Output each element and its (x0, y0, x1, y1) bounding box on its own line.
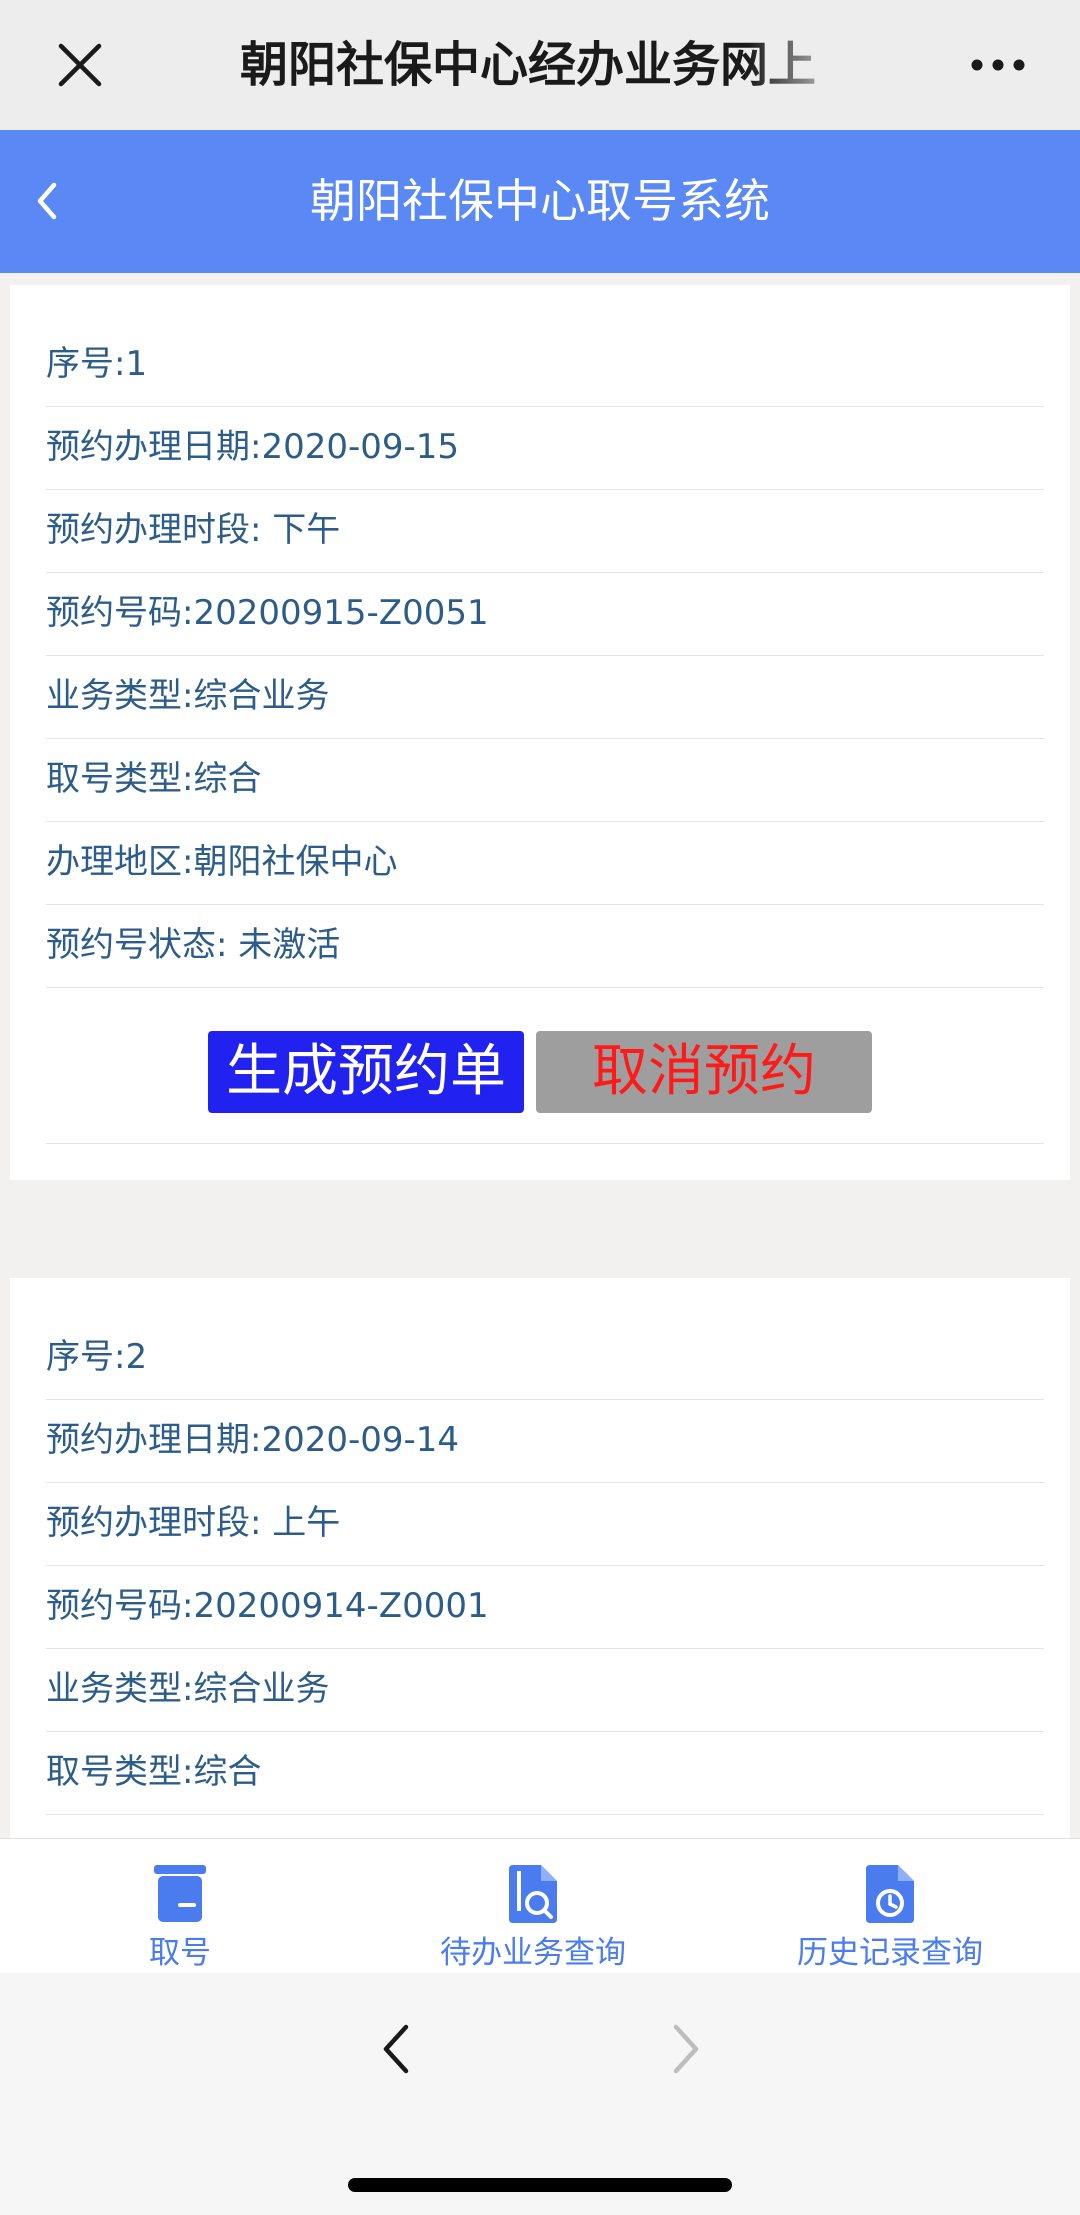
tab-label: 历史记录查询 (797, 1935, 983, 1971)
tab-label: 待办业务查询 (440, 1935, 626, 1971)
chevron-left-icon[interactable] (26, 175, 66, 227)
tab-history-query[interactable]: 历史记录查询 (710, 1839, 1070, 1974)
row-label: 预约办理日期: (46, 1420, 262, 1460)
row-label: 业务类型: (46, 1669, 194, 1709)
divider (46, 1143, 1044, 1144)
ticket-icon (154, 1865, 206, 1922)
nav-back-icon[interactable] (376, 2019, 416, 2079)
row-value: 1 (125, 344, 148, 384)
row-value: 2020-09-14 (261, 1420, 460, 1460)
document-clock-icon (866, 1865, 914, 1923)
row-value: 朝阳社保中心 (193, 842, 398, 882)
row-value: 综合业务 (193, 1669, 330, 1709)
row-label: 预约号码: (46, 1586, 194, 1626)
appointment-card-1: 序号:1 预约办理日期:2020-09-15 预约办理时段: 下午 预约号码:2… (10, 285, 1070, 1180)
row-time-slot: 预约办理时段: 上午 (46, 1482, 1044, 1566)
row-serial: 序号:2 (46, 1316, 1044, 1400)
row-ticket-type: 取号类型:综合 (46, 738, 1044, 822)
row-label: 序号: (46, 344, 126, 384)
row-value: 综合 (193, 759, 262, 799)
row-value: 上午 (261, 1503, 341, 1543)
tab-pending-query[interactable]: 待办业务查询 (353, 1839, 713, 1974)
tab-label: 取号 (149, 1935, 211, 1971)
row-label: 取号类型: (46, 1752, 194, 1792)
document-search-icon (509, 1865, 557, 1923)
home-indicator[interactable] (348, 2178, 732, 2192)
row-label: 预约号状态: (46, 925, 228, 965)
row-business-type: 业务类型:综合业务 (46, 655, 1044, 739)
row-label: 预约办理时段: (46, 1503, 262, 1543)
row-appointment-date: 预约办理日期:2020-09-14 (46, 1399, 1044, 1483)
row-value: 20200915-Z0051 (193, 593, 489, 633)
row-label: 预约办理时段: (46, 510, 262, 550)
row-label: 预约号码: (46, 593, 194, 633)
row-appointment-number: 预约号码:20200915-Z0051 (46, 572, 1044, 656)
cancel-appointment-button[interactable]: 取消预约 (536, 1031, 872, 1113)
nav-forward-icon[interactable] (666, 2019, 706, 2079)
page-title: 朝阳社保中心取号系统 (310, 174, 770, 228)
row-ticket-type: 取号类型:综合 (46, 1731, 1044, 1815)
row-label: 办理地区: (46, 842, 194, 882)
generate-appointment-button[interactable]: 生成预约单 (208, 1031, 524, 1113)
app-header: 朝阳社保中心取号系统 (0, 130, 1080, 273)
row-label: 序号: (46, 1337, 126, 1377)
row-business-type: 业务类型:综合业务 (46, 1648, 1044, 1732)
row-status: 预约号状态: 未激活 (46, 904, 1044, 988)
bottom-tab-bar: 取号 待办业务查询 历史记录查询 (0, 1838, 1080, 1974)
row-time-slot: 预约办理时段: 下午 (46, 489, 1044, 573)
browser-nav-bar (0, 1973, 1080, 2215)
row-value: 综合业务 (193, 676, 330, 716)
row-value: 2 (125, 1337, 148, 1377)
tab-take-number[interactable]: 取号 (0, 1839, 360, 1974)
close-icon[interactable] (55, 40, 105, 90)
row-region: 办理地区:朝阳社保中心 (46, 821, 1044, 905)
row-appointment-date: 预约办理日期:2020-09-15 (46, 406, 1044, 490)
row-value: 2020-09-15 (261, 427, 460, 467)
row-value: 综合 (193, 1752, 262, 1792)
row-value: 下午 (261, 510, 341, 550)
row-label: 预约办理日期: (46, 427, 262, 467)
appointment-card-2: 序号:2 预约办理日期:2020-09-14 预约办理时段: 上午 预约号码:2… (10, 1278, 1070, 1838)
row-label: 取号类型: (46, 759, 194, 799)
wechat-page-title: 朝阳社保中心经办业务网上 (240, 37, 817, 93)
row-label: 业务类型: (46, 676, 194, 716)
wechat-title-bar: 朝阳社保中心经办业务网上 (0, 0, 1080, 130)
more-dots-icon[interactable] (968, 52, 1028, 78)
row-appointment-number: 预约号码:20200914-Z0001 (46, 1565, 1044, 1649)
row-value: 20200914-Z0001 (193, 1586, 489, 1626)
row-serial: 序号:1 (46, 323, 1044, 407)
row-value: 未激活 (227, 925, 341, 965)
